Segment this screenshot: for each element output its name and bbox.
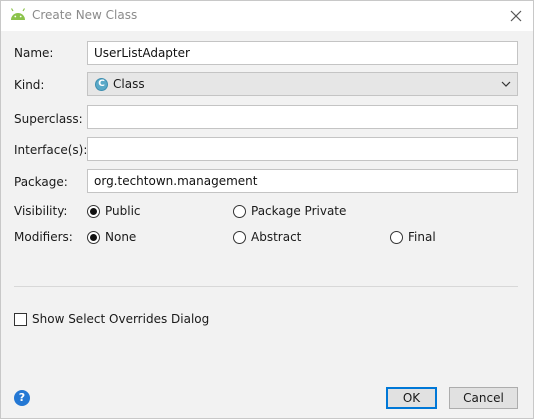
- kind-dropdown[interactable]: C Class: [87, 72, 518, 96]
- modifiers-none-radio[interactable]: None: [87, 230, 136, 244]
- name-field[interactable]: [87, 41, 518, 65]
- visibility-public-label: Public: [105, 204, 141, 218]
- modifiers-final-label: Final: [408, 230, 436, 244]
- superclass-field[interactable]: [87, 105, 518, 129]
- android-icon: [10, 8, 26, 20]
- package-label: Package:: [14, 175, 68, 189]
- class-c-icon: C: [95, 78, 108, 91]
- interfaces-label: Interface(s):: [14, 143, 88, 157]
- show-overrides-label: Show Select Overrides Dialog: [32, 312, 210, 326]
- window-title: Create New Class: [32, 8, 138, 22]
- close-icon[interactable]: [506, 6, 526, 26]
- visibility-package-private-label: Package Private: [251, 204, 347, 218]
- name-label: Name:: [14, 46, 54, 60]
- radio-unselected-icon: [390, 230, 403, 244]
- chevron-down-icon: [501, 81, 511, 87]
- radio-unselected-icon: [233, 230, 246, 244]
- superclass-label: Superclass:: [14, 112, 83, 126]
- modifiers-none-label: None: [105, 230, 137, 244]
- visibility-label: Visibility:: [14, 204, 68, 218]
- separator: [14, 286, 518, 287]
- visibility-package-private-radio[interactable]: Package Private: [233, 204, 346, 218]
- create-new-class-dialog: Create New Class Name: Kind: C Class Sup…: [0, 0, 534, 419]
- kind-label: Kind:: [14, 78, 45, 92]
- modifiers-abstract-radio[interactable]: Abstract: [233, 230, 301, 244]
- checkbox-box: [14, 312, 27, 326]
- modifiers-final-radio[interactable]: Final: [390, 230, 436, 244]
- show-overrides-checkbox[interactable]: Show Select Overrides Dialog: [14, 312, 209, 326]
- radio-unselected-icon: [233, 204, 246, 218]
- package-field[interactable]: [87, 169, 518, 193]
- help-icon[interactable]: ?: [14, 390, 30, 406]
- visibility-public-radio[interactable]: Public: [87, 204, 141, 218]
- ok-button[interactable]: OK: [386, 387, 437, 409]
- modifiers-abstract-label: Abstract: [251, 230, 302, 244]
- cancel-button[interactable]: Cancel: [449, 387, 518, 409]
- radio-selected-icon: [87, 204, 100, 218]
- radio-selected-icon: [87, 230, 100, 244]
- interfaces-field[interactable]: [87, 137, 518, 161]
- kind-value: Class: [113, 77, 145, 91]
- title-bar: Create New Class: [1, 1, 533, 31]
- modifiers-label: Modifiers:: [14, 230, 73, 244]
